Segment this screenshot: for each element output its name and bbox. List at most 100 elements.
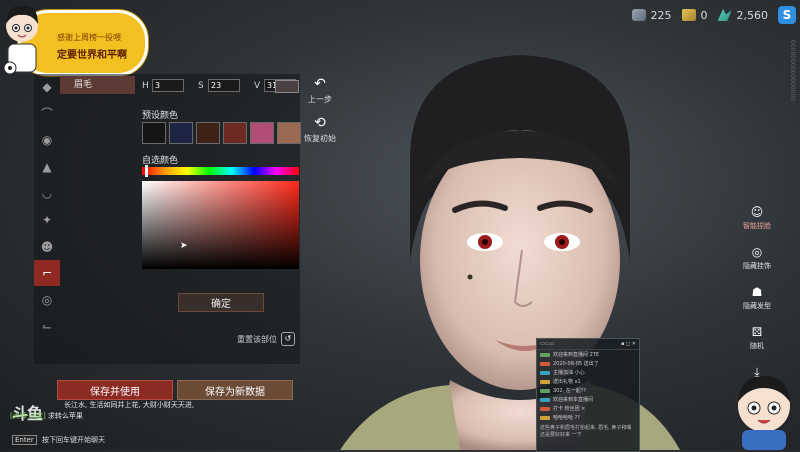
chat-box-message: 欢迎来到本直播间 (553, 397, 594, 403)
chat-box-controls[interactable]: ▪ ◻ ✕ (621, 341, 636, 347)
smart-face-label: 智能捏脸 (743, 222, 771, 230)
user-badge-icon (540, 406, 550, 411)
chat-box-message: 打卡 粉丝团 × (553, 406, 586, 412)
chat-box-message: 2020-08-05 送出了 (553, 361, 599, 367)
s-input[interactable] (208, 79, 240, 92)
gold-count: 0 (700, 8, 708, 22)
chat-box-message: 哈哈哈哈 ?? (553, 415, 580, 421)
chat-box-message: 主播加油 小心 (553, 370, 585, 376)
banner-line-2: 定要世界和平啊 (57, 50, 127, 61)
currency-gold: 0 (681, 8, 708, 22)
currency-bar: 225 0 2,560 S (631, 6, 796, 24)
confirm-button[interactable]: 确定 (178, 293, 264, 312)
chat-box-message: 302, 在一起?? (553, 388, 587, 394)
hue-slider[interactable] (142, 167, 299, 175)
undo-icon: ↶ (314, 76, 326, 92)
chat-tag: [大师·元宝] (10, 412, 46, 420)
hide-hair-label: 隐藏发型 (743, 302, 771, 310)
chat-box-message: 送出礼物 x1 (553, 379, 581, 385)
user-badge-icon (540, 361, 550, 366)
save-as-new-button[interactable]: 保存为新数据 (177, 380, 293, 400)
part-category-rail: ◆ ⌒ ◉ ▲ ◡ ✦ ☻ ⌐ ◎ ⌙ (34, 74, 60, 344)
h-input[interactable] (152, 79, 184, 92)
reset-part-row[interactable]: 重置该部位 ↺ (237, 332, 295, 346)
beard-icon[interactable]: ⌙ (34, 313, 60, 339)
chat-box-row: 打卡 粉丝团 × (537, 404, 639, 413)
preset-swatch[interactable] (250, 122, 274, 144)
preset-swatch[interactable] (277, 122, 301, 144)
chat-box-row: 欢迎来到直播间 2TE (537, 350, 639, 359)
preset-swatch[interactable] (196, 122, 220, 144)
part-tab-eyebrow[interactable]: 眉毛 (60, 76, 135, 94)
stream-chat-box: ▭▭▭ ▪ ◻ ✕ 欢迎来到直播间 2TE 2020-08-05 送出了 主播加油 小… (536, 338, 640, 452)
undo-label: 上一步 (308, 95, 332, 104)
currency-wing: 2,560 (717, 8, 769, 22)
reset-icon[interactable]: ↺ (281, 332, 295, 346)
chat-input-hint[interactable]: Enter 按下回车键开始聊天 (12, 435, 105, 445)
chat-box-row: 送出礼物 x1 (537, 377, 639, 386)
chat-box-footer: 这些鼻子和眉毛打扮起来, 眉毛, 鼻子和嘴 还是要好好来 一下 (537, 422, 639, 440)
hide-hair-icon: ☗ (751, 285, 763, 299)
color-picker-area[interactable] (142, 181, 299, 269)
character-model[interactable] (300, 40, 720, 450)
restore-button[interactable]: ⟲ 恢复初始 (303, 115, 337, 144)
user-badge-icon (540, 352, 550, 357)
h-label: H (142, 80, 149, 91)
undo-button[interactable]: ↶ 上一步 (303, 76, 337, 105)
smart-face-button[interactable]: ☺ 智能捏脸 (737, 205, 777, 231)
chat-box-row: 2020-08-05 送出了 (537, 359, 639, 368)
currency-gem: 225 (631, 8, 672, 22)
random-icon: ⚄ (751, 325, 763, 339)
preset-color-swatches (142, 122, 301, 144)
v-label: V (254, 80, 261, 91)
store-button[interactable]: S (778, 6, 796, 24)
random-button[interactable]: ⚄ 随机 (737, 325, 777, 351)
chat-line: 长江水, 生活如同井上花, 大财小财天天进, (64, 401, 195, 409)
chat-box-message: 欢迎来到直播间 2TE (553, 352, 599, 358)
chat-box-footer-line: 还是要好好来 一下 (540, 432, 582, 438)
eyebrow-shape-icon[interactable]: ⌒ (34, 101, 60, 127)
chat-line: [大师·元宝] 求转么苹果 (4, 411, 194, 422)
game-chat: 长江水, 生活如同井上花, 大财小财天天进, [大师·元宝] 求转么苹果 (4, 400, 194, 422)
eyebrow-color-icon[interactable]: ⌐ (34, 260, 60, 287)
hide-hair-button[interactable]: ☗ 隐藏发型 (737, 285, 777, 311)
user-badge-icon (540, 397, 550, 402)
hide-accessory-label: 隐藏挂饰 (743, 262, 771, 270)
enter-hint: 按下回车键开始聊天 (42, 436, 106, 444)
chat-text: 求转么苹果 (47, 412, 83, 420)
mouth-icon[interactable]: ◡ (34, 180, 60, 206)
user-badge-icon (540, 379, 550, 384)
eye-icon[interactable]: ◉ (34, 127, 60, 153)
random-label: 随机 (750, 342, 764, 350)
user-badge-icon (540, 388, 550, 393)
s-label: S (198, 80, 204, 91)
hide-accessory-icon: ◎ (751, 245, 763, 259)
watermark: 0000000000000000 (789, 40, 796, 102)
restore-icon: ⟲ (314, 115, 326, 131)
chat-box-title: ▭▭▭ (540, 341, 555, 347)
user-badge-icon (540, 370, 550, 375)
eye-makeup-icon[interactable]: ◎ (34, 287, 60, 313)
preset-swatch[interactable] (169, 122, 193, 144)
save-and-use-button[interactable]: 保存并使用 (57, 380, 173, 400)
restore-label: 恢复初始 (304, 134, 336, 143)
face-shape-icon[interactable]: ◆ (34, 74, 60, 100)
wing-count: 2,560 (736, 8, 769, 22)
mask-icon[interactable]: ☻ (34, 234, 60, 260)
hide-accessory-button[interactable]: ◎ 隐藏挂饰 (737, 245, 777, 271)
hue-slider-handle[interactable] (145, 165, 148, 177)
gem-icon (631, 9, 646, 21)
preset-swatch[interactable] (223, 122, 247, 144)
user-badge-icon (540, 415, 550, 420)
reset-part-label: 重置该部位 (237, 334, 277, 344)
mouse-cursor-icon: ➤ (180, 241, 188, 251)
chat-box-footer-line: 这些鼻子和眉毛打扮起来, 眉毛, 鼻子和嘴 (540, 425, 632, 431)
gold-icon (681, 9, 696, 21)
smart-face-icon: ☺ (750, 205, 764, 219)
body-icon[interactable]: ✦ (34, 207, 60, 233)
preset-swatch[interactable] (142, 122, 166, 144)
chat-box-row: 302, 在一起?? (537, 386, 639, 395)
nose-icon[interactable]: ▲ (34, 154, 60, 180)
current-color-swatch (275, 80, 299, 93)
gem-count: 225 (650, 8, 672, 22)
